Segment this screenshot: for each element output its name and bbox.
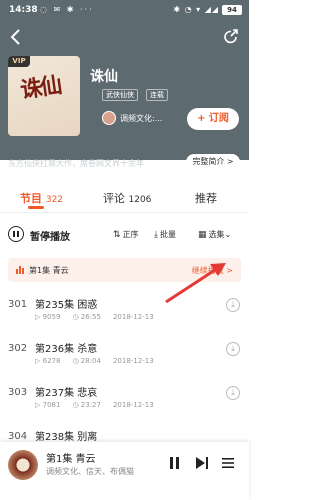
status-time: 14:38 xyxy=(9,5,38,15)
pause-icon[interactable] xyxy=(170,457,180,469)
active-tab-indicator xyxy=(28,206,44,209)
episode-number: 302 xyxy=(8,343,28,354)
tag-genre[interactable]: 武侠仙侠 xyxy=(102,89,138,101)
player-cover[interactable] xyxy=(8,450,38,480)
episode-title: 第236集 杀意 xyxy=(35,344,98,355)
episode-title: 第238集 别离 xyxy=(35,432,98,443)
episode-meta: ▷ 6278 ◷ 28:04 2018-12-13 xyxy=(35,357,154,365)
playing-bars-icon xyxy=(16,266,25,274)
vip-badge: VIP xyxy=(8,56,30,67)
download-icon: ⤓ xyxy=(154,230,158,240)
book-description: 东方仙侠扛鼎大作，席卷网文界十余年 xyxy=(8,159,144,168)
author-avatar[interactable] xyxy=(102,111,116,125)
player-author: 调频文化、信天、布偶猫 xyxy=(46,467,134,476)
tag-status: 连载 xyxy=(146,89,168,101)
book-title: 诛仙 xyxy=(90,69,118,85)
signal-icons: ✱ ◔ ▾ ◢◢ xyxy=(173,5,219,14)
player-title: 第1集 青云 xyxy=(46,454,96,465)
grid-icon: ▦ xyxy=(198,230,207,240)
sort-icon: ⇅ xyxy=(113,230,121,240)
playlist-menu-icon[interactable] xyxy=(222,457,234,469)
tab-recommend[interactable]: 推荐 xyxy=(195,190,217,206)
tab-comments[interactable]: 评论 1206 xyxy=(103,190,151,206)
list-item[interactable]: 302 第236集 杀意 ▷ 6278 ◷ 28:04 2018-12-13 ⤓ xyxy=(0,335,249,379)
book-header: 14:38 ◌ ✉ ✱ ··· ✱ ◔ ▾ ◢◢ 94 VIP 诛仙 诛仙 武侠… xyxy=(0,0,249,170)
tab-episodes[interactable]: 节目 322 xyxy=(20,190,63,206)
chevron-down-icon: ⌄ xyxy=(224,230,232,239)
mini-player[interactable]: 第1集 青云 调频文化、信天、布偶猫 xyxy=(0,442,249,500)
batch-button[interactable]: ⤓ 批量 xyxy=(154,229,176,240)
episode-title: 第235集 困惑 xyxy=(35,300,98,311)
episode-number: 303 xyxy=(8,387,28,398)
next-track-icon[interactable] xyxy=(196,457,208,469)
sort-button[interactable]: ⇅ 正序 xyxy=(113,229,139,240)
cover-title: 诛仙 xyxy=(18,72,62,104)
select-episodes-button[interactable]: ▦ 选集⌄ xyxy=(198,229,231,240)
full-intro-button[interactable]: 完整简介 > xyxy=(186,154,240,170)
status-bar: 14:38 ◌ ✉ ✱ ··· ✱ ◔ ▾ ◢◢ 94 xyxy=(0,0,249,22)
last-played-title: 第1集 青云 xyxy=(29,266,69,275)
divider xyxy=(0,212,249,213)
download-icon[interactable]: ⤓ xyxy=(226,386,240,400)
episode-title: 第237集 悲哀 xyxy=(35,388,98,399)
download-icon[interactable]: ⤓ xyxy=(226,342,240,356)
back-arrow-icon[interactable] xyxy=(8,28,24,46)
red-arrow-annotation xyxy=(165,263,226,304)
pause-button[interactable]: 暂停播放 xyxy=(30,228,70,243)
pause-icon[interactable] xyxy=(8,226,24,242)
battery-icon: 94 xyxy=(222,5,242,15)
episode-number: 304 xyxy=(8,431,28,442)
notification-icons: ◌ ✉ ✱ ··· xyxy=(40,5,94,14)
author-name[interactable]: 调频文化:... xyxy=(120,113,162,124)
book-cover[interactable]: VIP 诛仙 xyxy=(8,56,80,136)
list-item[interactable]: 303 第237集 悲哀 ▷ 7081 ◷ 23:27 2018-12-13 ⤓ xyxy=(0,379,249,423)
subscribe-button[interactable]: + 订阅 xyxy=(187,108,239,130)
episode-number: 301 xyxy=(8,299,28,310)
episode-meta: ▷ 9059 ◷ 26:55 2018-12-13 xyxy=(35,313,154,321)
episode-meta: ▷ 7081 ◷ 23:27 2018-12-13 xyxy=(35,401,154,409)
share-icon[interactable] xyxy=(222,28,240,46)
